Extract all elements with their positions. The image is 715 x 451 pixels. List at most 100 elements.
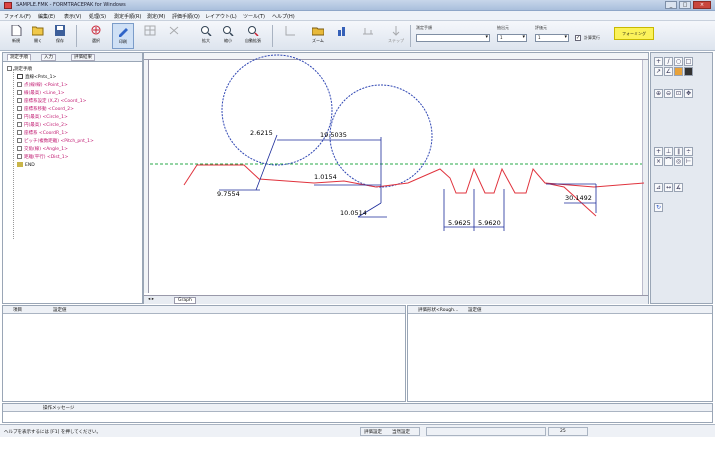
tool-dist-icon[interactable]: ↔ [664,183,673,192]
menu-layout[interactable]: レイアウト(L) [205,13,237,20]
tool-tangent-icon[interactable]: ⌒ [664,157,673,166]
tool-fill-icon[interactable] [674,67,683,76]
tool-snap-icon[interactable]: + [654,147,663,156]
procedure-select[interactable] [416,34,490,42]
checkbox-icon [17,154,22,159]
tree-item-coord2[interactable]: 座標系移動 <Coord_2> [17,106,74,112]
tree-item-end[interactable]: END [17,162,35,168]
menu-edit[interactable]: 編集(E) [38,13,55,20]
tool-zoom-in-icon[interactable]: ⊕ [654,89,663,98]
close-button[interactable]: × [693,1,711,9]
menu-help[interactable]: ヘルプ(H) [272,13,295,20]
step-button[interactable]: ステップ [386,23,406,49]
tool-fit-icon[interactable]: ⊡ [674,89,683,98]
calc-label: 計算実行 [584,35,600,40]
open-button[interactable]: 開く [28,23,48,49]
status-bar: ヘルプを表示するには [F1] を押してください。 評価設定 当然設定 25 [0,424,715,437]
bottom-margin [0,437,715,451]
checkbox-icon [17,106,22,111]
left-panel-header: 項目 設定値 [3,306,405,314]
tree-item-points[interactable]: 直線<Pnts_1> [17,74,56,80]
menu-process[interactable]: 処理(S) [89,13,106,20]
tool-angle-measure-icon[interactable]: ∡ [674,183,683,192]
new-button[interactable]: 新規 [6,23,26,49]
sheet-nav-arrows[interactable]: ◂ ▸ [148,297,154,302]
tool-circle-icon[interactable]: ○ [674,57,683,66]
tree-item-angle[interactable]: 交角(線) <Angle_1> [17,146,68,152]
auto-zoom-icon [248,26,259,36]
tool-perp-icon[interactable]: ⊥ [664,147,673,156]
tool-rotate-icon[interactable]: ↻ [654,203,663,212]
tool-disabled-1[interactable] [140,23,160,49]
tool-black-icon[interactable] [684,67,693,76]
tab-procedure[interactable]: 測定手順 [7,54,31,61]
sheet-tab-bar: ◂ ▸ Graph [144,295,648,304]
menu-eval-procedure[interactable]: 評価手順(Q) [172,13,200,20]
auto-expand-button[interactable]: 自動拡張 [240,23,266,49]
tool-cross-icon[interactable]: × [654,157,663,166]
status-mode: 評価設定 [364,430,382,435]
tree-item-circle2[interactable]: 円(最高) <Circle_2> [17,122,68,128]
tool-disabled-4[interactable] [358,23,378,49]
tool-disabled-3[interactable] [280,23,300,49]
tree-item-line[interactable]: 線(最高) <Line_1> [17,90,64,96]
save-button[interactable]: 保存 [50,23,70,49]
tool-parallel-icon[interactable]: ∥ [674,147,683,156]
tree-item-coord1[interactable]: 座標系設定 (X,Z) <Coord_1> [17,98,86,104]
scale-icon [363,28,373,35]
tree-item-point[interactable]: 点(線/線) <Point_1> [17,82,68,88]
right-panel-header: 評価形状<Rough... 設定値 [408,306,712,314]
menu-measure-procedure[interactable]: 測定手順(R) [114,13,141,20]
menu-tools[interactable]: ツール(T) [243,13,265,20]
measure-tool-button[interactable] [332,23,354,49]
tree-item-circle1[interactable]: 円(最高) <Circle_1> [17,114,68,120]
zoom-out-button[interactable]: 縮小 [218,23,238,49]
tab-input[interactable]: 入力 [41,54,56,61]
chart-bars-icon [338,27,345,36]
tool-disabled-2[interactable] [164,23,184,49]
dim-5.9625: 5.9625 [448,219,471,227]
menu-file[interactable]: ファイル(F) [4,13,31,20]
forming-button[interactable]: フォーミング [614,27,654,40]
tool-angle-icon[interactable]: ∠ [664,67,673,76]
maximize-button[interactable]: □ [679,1,691,9]
tree-item-distance[interactable]: 距離(平行) <Dist_1> [17,154,68,160]
menu-view[interactable]: 表示(V) [64,13,81,20]
zoom-in-button[interactable]: 拡大 [196,23,216,49]
status-empty-cell [426,427,546,436]
settings-panel-right: 評価形状<Rough... 設定値 [407,305,713,402]
extract-select[interactable]: 1 [497,34,527,42]
tool-arrow-icon[interactable]: ↗ [654,67,663,76]
tool-mid-icon[interactable]: ÷ [684,147,693,156]
procedure-tree-panel: 測定手順 入力 評価結果 測定手順 直線<Pnts_1> 点(線/線) <Poi… [2,52,143,304]
tool-plus-icon[interactable]: + [654,57,663,66]
open-folder-icon [32,26,44,36]
tree-item-coord-r[interactable]: 座標系 <CoordR_1> [17,130,68,136]
tool-rect-icon[interactable]: □ [684,57,693,66]
dim-2.6215: 2.6215 [250,129,273,137]
tab-results[interactable]: 評価結果 [71,54,95,61]
zoom-button[interactable]: ズーム [306,23,330,49]
menu-measure[interactable]: 測定(M) [147,13,165,20]
pen-icon [119,28,128,37]
profile-drawing: 2.6215 19.5035 1.0154 9.7554 10.0514 5.9… [150,54,645,231]
calc-checkbox[interactable]: ✓ [575,35,581,41]
checkbox-icon [17,82,22,87]
tree-root[interactable]: 測定手順 [7,66,32,72]
graphics-canvas[interactable]: 2.6215 19.5035 1.0154 9.7554 10.0514 5.9… [143,52,649,304]
tab-graph[interactable]: Graph [174,297,196,304]
tool-end-icon[interactable]: ⊢ [684,157,693,166]
tool-pan-icon[interactable]: ✥ [684,89,693,98]
window-title: SAMPLE.FMK - FORMTRACEPAK for Windows [16,2,126,8]
tool-line-icon[interactable]: / [664,57,673,66]
minimize-button[interactable]: _ [665,1,677,9]
tool-center-icon[interactable]: ◎ [674,157,683,166]
print-button[interactable]: 印刷 [112,23,134,49]
tool-zoom-out-icon[interactable]: ⊖ [664,89,673,98]
select-button[interactable]: 選択 [82,23,110,49]
status-num-cell [548,427,588,436]
tree-item-pitch[interactable]: ピッチ(複数距離) <Pitch_pnt_1> [17,138,94,144]
eval-select[interactable]: 1 [535,34,569,42]
status-number: 25 [560,429,566,434]
tool-measure-icon[interactable]: ⊿ [654,183,663,192]
